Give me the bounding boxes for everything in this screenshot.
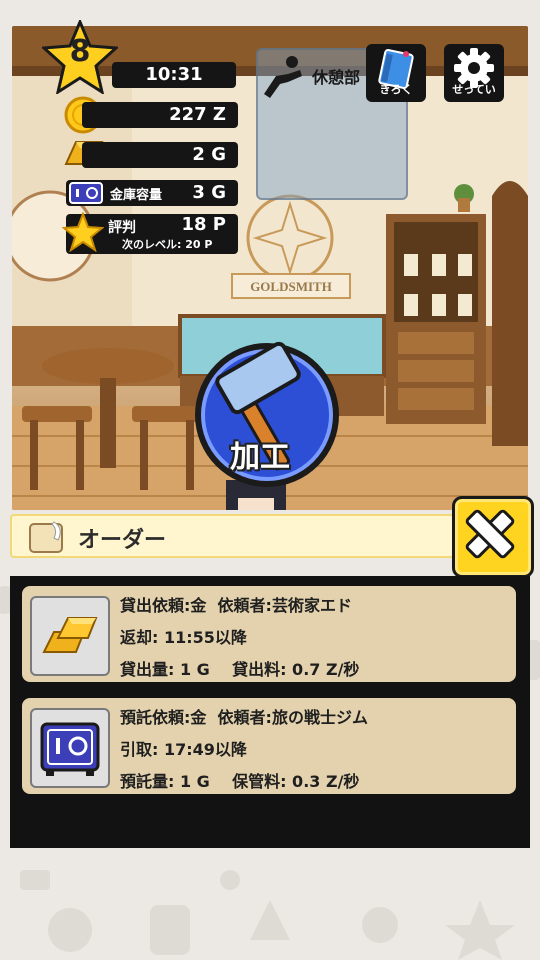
gold-amount-display: 227 Z [82, 102, 238, 128]
record-button[interactable]: きろく [366, 44, 426, 102]
time-display: 10:31 [112, 62, 236, 88]
close-button[interactable] [452, 496, 534, 578]
vault-icon [40, 722, 100, 776]
order-item[interactable]: 貸出依頼:金 依頼者:芸術家エド 返却: 11:55以降 貸出量: 1 G 貸出… [22, 586, 516, 682]
order-time-line: 引取: 17:49以降 [120, 740, 247, 759]
resting-person-icon [264, 56, 302, 98]
gold-bars-icon [42, 617, 98, 653]
vault-capacity-label: 金庫容量 [110, 188, 163, 203]
time-value: 10:31 [145, 64, 203, 85]
rest-room-label: 休憩部 [312, 68, 361, 87]
order-time-line: 返却: 11:55以降 [120, 628, 247, 647]
gold-bar-display: 2 G [82, 142, 238, 168]
vault-capacity-display: 金庫容量 3 G [66, 180, 238, 206]
order-title: オーダー [78, 528, 167, 553]
settings-button[interactable]: せってい [444, 44, 504, 102]
next-level-text: 次のレベル: 20 P [122, 238, 213, 251]
order-item[interactable]: 預託依頼:金 依頼者:旅の戦士ジム 引取: 17:49以降 預託量: 1 G 保… [22, 698, 516, 794]
close-icon [465, 509, 515, 559]
craft-button-label: 加工 [230, 440, 290, 475]
order-thumbnail [30, 596, 110, 676]
order-type-line: 預託依頼:金 依頼者:旅の戦士ジム [120, 708, 368, 727]
reputation-star-icon [62, 212, 104, 252]
reputation-label: 評判 [108, 220, 136, 236]
record-button-label: きろく [379, 83, 413, 96]
settings-button-label: せってい [452, 83, 496, 96]
gold-amount-value: 227 Z [169, 104, 226, 125]
scroll-quill-icon [29, 521, 63, 553]
order-amount-line: 預託量: 1 G 保管料: 0.3 Z/秒 [120, 772, 360, 791]
reputation-value: 18 P [181, 214, 226, 235]
vault-capacity-value: 3 G [192, 182, 226, 203]
gold-bar-value: 2 G [192, 144, 226, 165]
order-list: 貸出依頼:金 依頼者:芸術家エド 返却: 11:55以降 貸出量: 1 G 貸出… [10, 576, 530, 848]
order-amount-line: 貸出量: 1 G 貸出料: 0.7 Z/秒 [120, 660, 360, 679]
vault-icon [69, 182, 103, 204]
order-thumbnail [30, 708, 110, 788]
order-type-line: 貸出依頼:金 依頼者:芸術家エド [120, 596, 352, 615]
player-level: 8 [69, 34, 91, 69]
shop-sign: GOLDSMITH [250, 279, 332, 294]
